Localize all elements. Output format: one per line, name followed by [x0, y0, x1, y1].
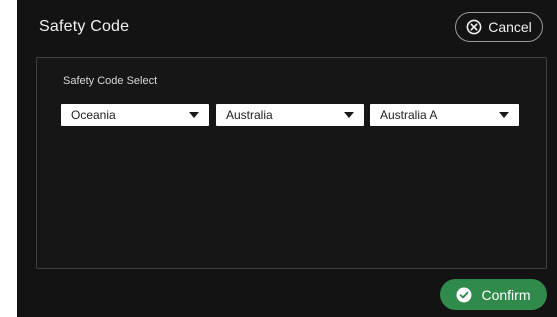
cancel-label: Cancel [488, 19, 532, 35]
safety-code-select[interactable]: Australia A [370, 104, 519, 126]
caret-down-icon [499, 112, 509, 118]
close-circle-icon [466, 19, 482, 35]
safety-code-select-label: Safety Code Select [63, 75, 158, 87]
check-circle-icon [456, 287, 472, 303]
safety-code-dialog: Safety Code Cancel Safety Code Select Oc… [17, 0, 557, 317]
region-select-value: Oceania [71, 108, 116, 122]
safety-code-panel: Safety Code Select Oceania Australia Aus… [36, 57, 547, 269]
country-select[interactable]: Australia [216, 104, 364, 126]
cancel-button[interactable]: Cancel [455, 12, 543, 42]
safety-code-select-value: Australia A [380, 108, 438, 122]
caret-down-icon [189, 112, 199, 118]
region-select[interactable]: Oceania [61, 104, 209, 126]
country-select-value: Australia [226, 108, 273, 122]
dialog-title: Safety Code [39, 18, 130, 35]
confirm-button[interactable]: Confirm [440, 279, 547, 310]
confirm-label: Confirm [481, 286, 531, 303]
caret-down-icon [344, 112, 354, 118]
